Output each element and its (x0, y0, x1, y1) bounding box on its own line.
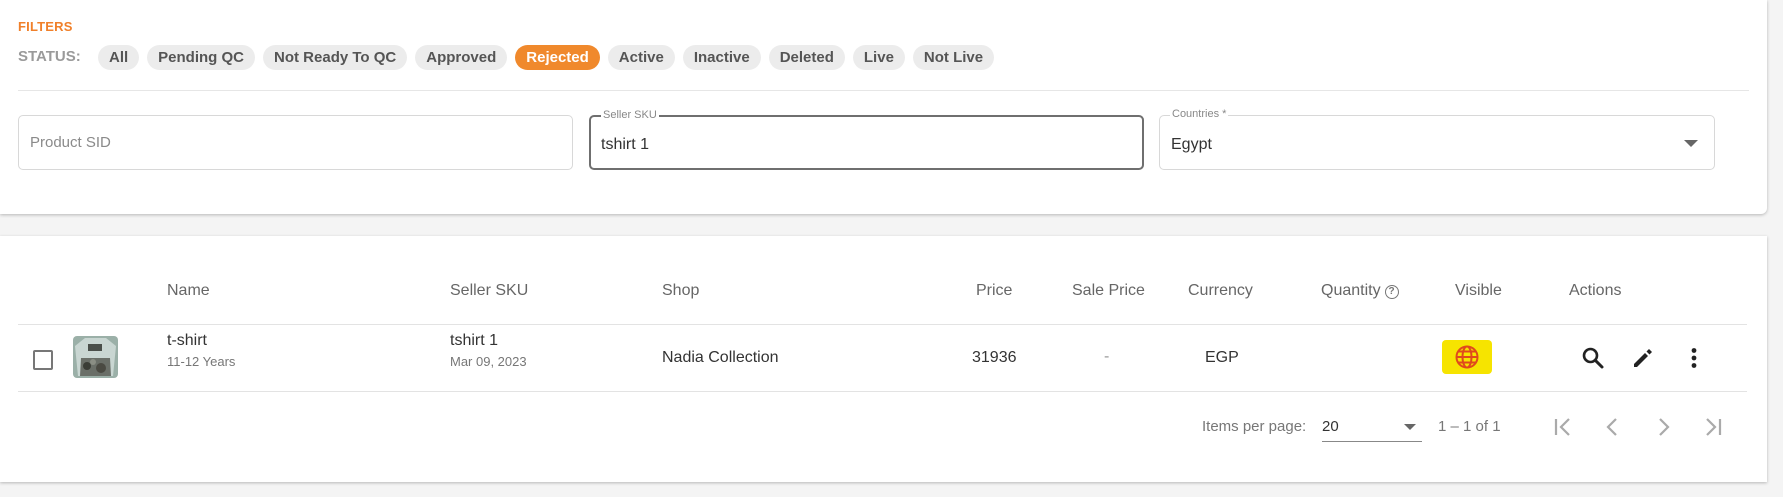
created-date: Mar 09, 2023 (450, 354, 527, 369)
first-page-button[interactable] (1547, 411, 1579, 443)
status-chip-not-ready-to-qc[interactable]: Not Ready To QC (263, 45, 408, 70)
column-header-visible: Visible (1455, 282, 1502, 299)
countries-value: Egypt (1171, 136, 1212, 153)
chevron-right-icon (1659, 418, 1670, 436)
currency-cell: EGP (1205, 349, 1239, 366)
column-header-actions: Actions (1569, 282, 1622, 299)
status-chip-active[interactable]: Active (607, 45, 675, 70)
column-header-name[interactable]: Name (167, 282, 210, 300)
last-page-button[interactable] (1697, 411, 1729, 443)
sale-price-cell: - (1104, 348, 1110, 365)
chevron-down-icon (1684, 140, 1698, 147)
header-divider (18, 324, 1747, 325)
last-page-icon (1706, 418, 1722, 436)
globe-icon (1455, 345, 1479, 369)
shop-cell: Nadia Collection (662, 349, 779, 366)
column-header-price[interactable]: Price (976, 282, 1012, 300)
column-header-shop[interactable]: Shop (662, 282, 699, 300)
status-chip-approved[interactable]: Approved (415, 45, 508, 70)
chevron-down-icon (1404, 424, 1416, 430)
product-sid-input[interactable]: Product SID (18, 115, 573, 170)
filters-panel: FILTERS STATUS: All Pending QC Not Ready… (0, 0, 1767, 214)
items-per-page-select[interactable]: 20 (1322, 412, 1422, 442)
edit-icon[interactable] (1630, 345, 1656, 371)
search-icon[interactable] (1580, 345, 1606, 371)
product-name[interactable]: t-shirt (167, 332, 207, 350)
product-sid-placeholder: Product SID (30, 134, 111, 151)
status-chip-pending-qc[interactable]: Pending QC (147, 45, 256, 70)
seller-sku-label: Seller SKU (601, 109, 659, 121)
help-icon[interactable]: ? (1384, 285, 1399, 299)
product-variant: 11-12 Years (167, 354, 236, 369)
countries-label: Countries * (1170, 108, 1229, 120)
row-divider (18, 391, 1747, 392)
column-header-currency[interactable]: Currency (1188, 282, 1253, 300)
price-cell: 31936 (972, 349, 1017, 366)
status-chip-live[interactable]: Live (852, 45, 905, 70)
status-label: STATUS: (18, 48, 81, 65)
filters-divider (18, 90, 1749, 91)
next-page-button[interactable] (1647, 411, 1679, 443)
countries-select[interactable]: Countries * Egypt (1159, 108, 1715, 170)
status-chip-list: All Pending QC Not Ready To QC Approved … (98, 45, 995, 70)
status-chip-deleted[interactable]: Deleted (768, 45, 845, 70)
visible-indicator[interactable] (1442, 340, 1492, 374)
page-range: 1 – 1 of 1 (1438, 418, 1501, 435)
first-page-icon (1554, 418, 1570, 436)
items-per-page-label: Items per page: (1202, 418, 1307, 435)
status-chip-inactive[interactable]: Inactive (682, 45, 761, 70)
seller-sku-value: tshirt 1 (601, 136, 650, 153)
previous-page-button[interactable] (1597, 411, 1629, 443)
filters-title: FILTERS (18, 19, 73, 34)
items-per-page-value: 20 (1322, 418, 1339, 435)
column-header-quantity-label: Quantity (1321, 282, 1381, 299)
products-table: Name Seller SKU Shop Price Sale Price Cu… (0, 236, 1767, 482)
seller-sku-input[interactable]: Seller SKU tshirt 1 (589, 109, 1144, 170)
column-header-seller-sku[interactable]: Seller SKU (450, 282, 528, 300)
seller-sku-cell: tshirt 1 (450, 332, 499, 349)
row-checkbox[interactable] (33, 350, 53, 370)
status-chip-all[interactable]: All (98, 45, 140, 70)
status-chip-rejected[interactable]: Rejected (515, 45, 600, 70)
column-header-sale-price[interactable]: Sale Price (1072, 282, 1145, 300)
more-vert-icon[interactable] (1681, 345, 1707, 371)
column-header-quantity[interactable]: Quantity? (1321, 282, 1399, 300)
chevron-left-icon (1606, 418, 1617, 436)
product-thumbnail (73, 336, 118, 378)
status-chip-not-live[interactable]: Not Live (912, 45, 995, 70)
